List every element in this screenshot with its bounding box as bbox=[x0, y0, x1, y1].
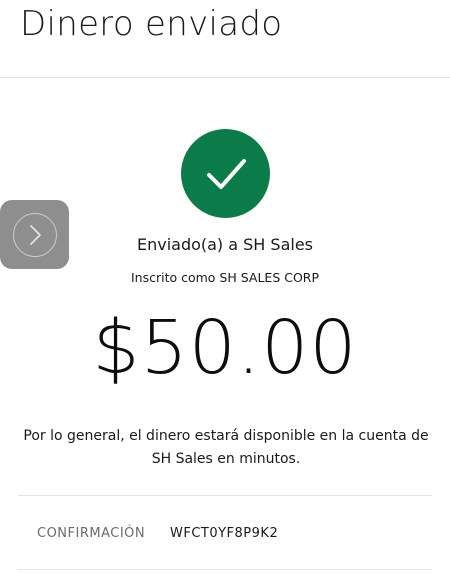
checkmark-icon bbox=[206, 158, 246, 189]
header-divider bbox=[0, 77, 450, 78]
amount-sent: $50.00 bbox=[92, 305, 358, 391]
page-title: Dinero enviado bbox=[20, 4, 283, 44]
recipient-enrolled-as: Inscrito como SH SALES CORP bbox=[130, 270, 320, 285]
recipient-sent-to: Enviado(a) a SH Sales bbox=[136, 235, 314, 254]
payment-sent-screen: Dinero enviado Enviado(a) a SH Sales Ins… bbox=[0, 0, 450, 573]
content-divider bbox=[18, 495, 432, 496]
success-badge bbox=[181, 129, 270, 218]
confirmation-label: CONFIRMACIÓN bbox=[37, 526, 146, 541]
confirmation-number: WFCT0YF8P9K2 bbox=[170, 526, 279, 541]
availability-note: Por lo general, el dinero estará disponi… bbox=[23, 428, 429, 467]
bottom-divider bbox=[18, 569, 432, 570]
